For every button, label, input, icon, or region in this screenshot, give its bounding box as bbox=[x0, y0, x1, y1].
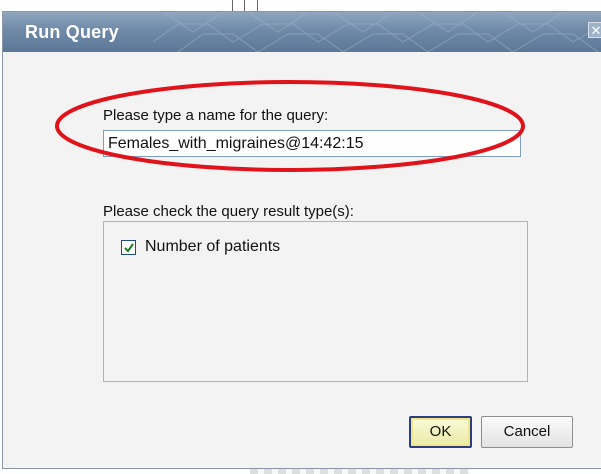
number-of-patients-label: Number of patients bbox=[145, 238, 281, 255]
dialog-title: Run Query bbox=[25, 22, 119, 42]
result-type-row[interactable]: Number of patients bbox=[121, 238, 280, 256]
dialog-titlebar[interactable]: Run Query ✕ bbox=[3, 12, 601, 52]
ok-button[interactable]: OK bbox=[409, 416, 472, 448]
number-of-patients-checkbox[interactable] bbox=[121, 239, 136, 255]
cancel-button[interactable]: Cancel bbox=[481, 416, 573, 448]
close-icon[interactable]: ✕ bbox=[588, 22, 601, 38]
result-types-panel: Number of patients bbox=[103, 221, 528, 382]
check-mark-icon bbox=[124, 242, 134, 253]
highlight-ellipse bbox=[55, 80, 525, 172]
result-types-label: Please check the query result type(s): bbox=[103, 203, 354, 220]
